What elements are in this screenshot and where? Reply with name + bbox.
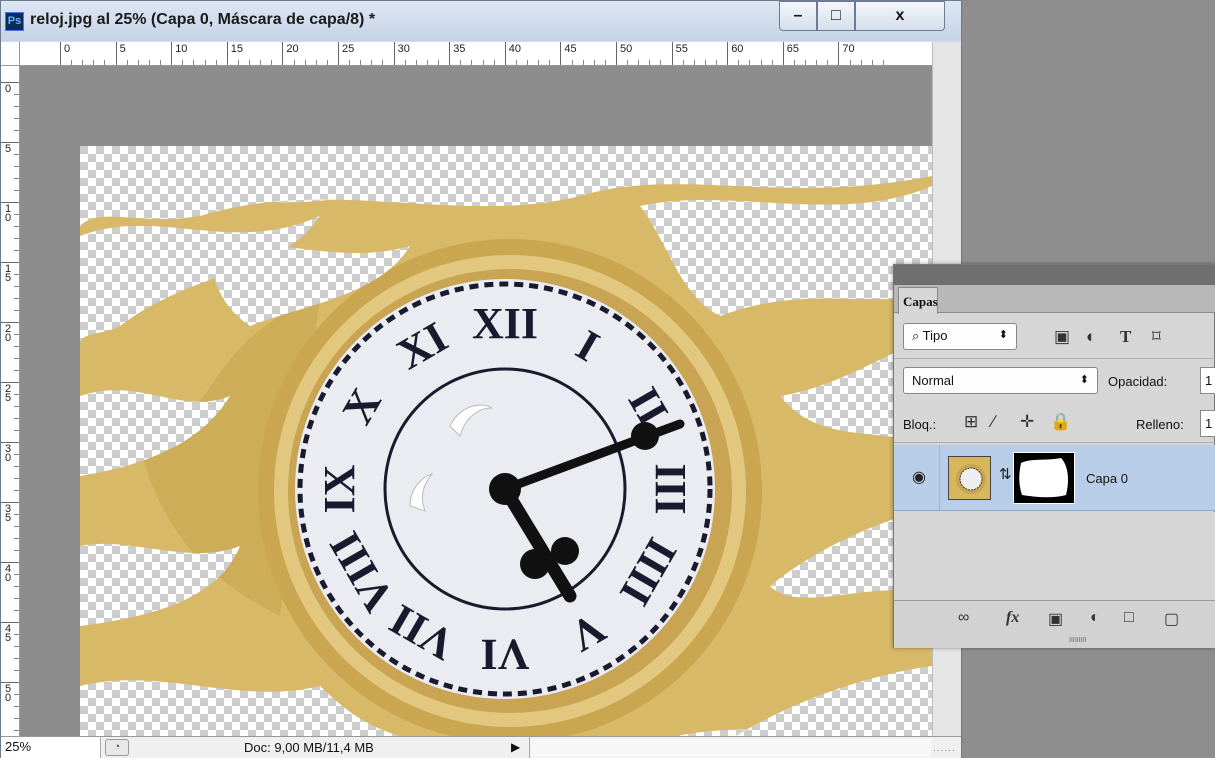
ruler-h-label: 65 [782, 42, 799, 65]
ruler-v-label: 45 [1, 622, 19, 644]
ruler-h-label: 25 [338, 42, 354, 65]
ruler-h-label: 15 [226, 42, 243, 65]
roman-numeral: VI [481, 630, 530, 679]
status-expand-arrow-icon[interactable]: ▶ [511, 740, 520, 754]
ruler-origin[interactable] [1, 42, 20, 66]
title-bar[interactable]: Ps reloj.jpg al 25% (Capa 0, Máscara de … [1, 1, 961, 41]
maximize-button[interactable]: □ [817, 1, 855, 31]
fill-input[interactable]: 1 [1200, 410, 1215, 437]
hand-counterweight [631, 422, 659, 450]
ruler-v-label: 0 [1, 82, 19, 95]
new-group-icon[interactable]: □ [1124, 609, 1134, 627]
hand-hub [489, 473, 521, 505]
layer-name[interactable]: Capa 0 [1086, 471, 1128, 486]
layer-row[interactable]: ◉ ⇅ Capa 0 [894, 445, 1215, 511]
fill-label: Relleno: [1136, 417, 1184, 432]
mask-thumbnail-icon [1016, 455, 1072, 501]
horizontal-ruler[interactable]: 0 5 10 15 20 25 30 35 40 45 50 55 60 65 70 [20, 42, 932, 66]
blend-mode-select[interactable]: Normal ⬍ [903, 367, 1098, 394]
ruler-v-label: 35 [1, 502, 19, 524]
document-title: reloj.jpg al 25% (Capa 0, Máscara de cap… [30, 11, 376, 28]
panel-drag-bar[interactable] [894, 265, 1215, 285]
layer-divider [939, 445, 940, 511]
lock-transparent-pixels-icon[interactable]: ⊞ [964, 412, 978, 432]
ruler-v-label: 10 [1, 202, 19, 224]
panel-tab-bar: Capas [894, 285, 1215, 314]
hand-counterweight [551, 537, 579, 565]
ruler-h-label: 0 [60, 42, 70, 65]
image-canvas[interactable]: XII I II III IIII V VI VII VIII IX X XI [80, 146, 932, 758]
select-arrow-icon: ⬍ [1079, 374, 1089, 386]
filter-adjustment-icon[interactable]: ◐ [1086, 327, 1096, 347]
roman-numeral: IX [315, 464, 364, 513]
status-bar: 25% ◔ Doc: 9,00 MB/11,4 MB ▶ ...... [1, 736, 961, 758]
document-size-info: Doc: 9,00 MB/11,4 MB [244, 740, 374, 755]
photoshop-logo-icon: Ps [5, 12, 24, 31]
blend-row: Normal ⬍ Opacidad: 1 [894, 361, 1215, 399]
ruler-h-label: 45 [560, 42, 577, 65]
visibility-eye-icon[interactable]: ◉ [908, 467, 930, 489]
close-button[interactable]: x [855, 1, 945, 31]
layer-mask-thumbnail[interactable] [1013, 452, 1075, 504]
ruler-h-label: 10 [171, 42, 187, 65]
ruler-h-label: 50 [616, 42, 632, 65]
vertical-ruler[interactable]: 0 5 10 15 20 25 30 35 40 45 50 [1, 66, 20, 736]
filter-kind-select[interactable]: ⌕ Tipo ⬍ [903, 323, 1017, 350]
roman-numeral: III [646, 463, 695, 514]
opacity-input[interactable]: 1 [1200, 367, 1215, 394]
lock-all-icon[interactable]: 🔒 [1050, 412, 1071, 432]
resize-grip-icon[interactable]: ...... [933, 743, 956, 754]
link-layers-icon[interactable]: ∞ [958, 609, 969, 627]
status-menu-icon[interactable]: ◔ [105, 739, 129, 756]
roman-numeral: XII [472, 299, 538, 348]
layer-thumbnail[interactable] [948, 456, 991, 500]
opacity-label: Opacidad: [1108, 374, 1168, 389]
layer-filter-row: ⌕ Tipo ⬍ ▣ ◐ T ⌑ [894, 315, 1215, 359]
add-mask-icon[interactable]: ▣ [1048, 609, 1063, 629]
ruler-v-label: 25 [1, 382, 19, 404]
lock-label: Bloq.: [903, 417, 937, 432]
pasteboard[interactable]: XII I II III IIII V VI VII VIII IX X XI [20, 66, 932, 758]
panel-resize-grip-icon[interactable]: IIIIIIIII [1069, 637, 1087, 644]
status-divider [529, 737, 530, 758]
ruler-h-label: 20 [282, 42, 299, 65]
ruler-v-label: 15 [1, 262, 19, 284]
layers-panel: Capas ⌕ Tipo ⬍ ▣ ◐ T ⌑ Normal ⬍ Opacidad… [893, 264, 1215, 648]
clock-image: XII IIIIIIIIIIVVIVIIVIIIIXXXI [80, 146, 932, 758]
adjustment-layer-icon[interactable]: ◐ [1090, 609, 1100, 627]
ruler-v-label: 30 [1, 442, 19, 464]
ruler-v-label: 40 [1, 562, 19, 584]
filter-type-icon[interactable]: T [1120, 327, 1131, 347]
filter-shape-icon[interactable]: ⌑ [1152, 327, 1161, 347]
select-arrow-icon: ⬍ [998, 329, 1008, 341]
tab-layers[interactable]: Capas [898, 287, 938, 314]
lock-position-icon[interactable]: ✛ [1020, 412, 1034, 432]
filter-pixel-icon[interactable]: ▣ [1054, 327, 1070, 347]
blend-mode-label: Normal [912, 373, 954, 388]
lock-image-pixels-icon[interactable]: ∕ [992, 412, 995, 432]
ruler-h-label: 35 [449, 42, 465, 65]
horizontal-scrollbar[interactable] [531, 739, 931, 757]
ruler-h-label: 5 [115, 42, 126, 65]
ruler-h-label: 40 [504, 42, 521, 65]
new-layer-icon[interactable]: ▢ [1164, 609, 1179, 629]
hand-counterweight [520, 549, 550, 579]
ruler-v-label: 5 [1, 142, 19, 155]
panel-footer: ∞ fx ▣ ◐ □ ▢ IIIIIIIII [894, 600, 1215, 648]
layer-style-fx-icon[interactable]: fx [1006, 609, 1019, 627]
ruler-h-label: 60 [727, 42, 743, 65]
layer-list-empty-area [894, 512, 1215, 600]
ruler-h-label: 30 [393, 42, 410, 65]
ruler-h-label: 55 [671, 42, 688, 65]
ruler-h-label: 70 [838, 42, 855, 65]
ruler-v-label: 20 [1, 322, 19, 344]
zoom-field[interactable]: 25% [1, 737, 101, 758]
mask-link-icon[interactable]: ⇅ [999, 465, 1012, 483]
minimize-button[interactable]: – [779, 1, 817, 31]
lock-row: Bloq.: ⊞ ∕ ✛ 🔒 Relleno: 1 [894, 403, 1215, 443]
document-window: Ps reloj.jpg al 25% (Capa 0, Máscara de … [0, 0, 962, 758]
ruler-v-label: 50 [1, 682, 19, 704]
clock-thumbnail-icon [949, 457, 990, 499]
filter-kind-label: ⌕ Tipo [912, 328, 948, 343]
